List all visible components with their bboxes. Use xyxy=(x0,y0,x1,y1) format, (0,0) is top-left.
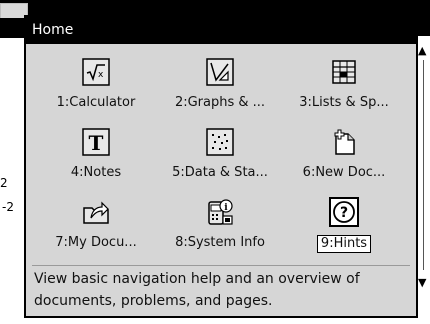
home-menu-popup: Home x 1:Calculator 2:Graphs & ... 3:Lis… xyxy=(24,15,418,318)
menu-item-calculator[interactable]: x 1:Calculator xyxy=(34,53,158,123)
graphs-icon xyxy=(205,57,235,87)
menu-item-label: 4:Notes xyxy=(70,165,122,180)
spreadsheet-icon xyxy=(329,57,359,87)
data-statistics-icon xyxy=(205,127,235,157)
menu-item-label: 3:Lists & Sp... xyxy=(299,95,389,110)
menu-item-graphs[interactable]: 2:Graphs & ... xyxy=(158,53,282,123)
menu-item-label: 8:System Info xyxy=(175,235,265,250)
my-documents-icon xyxy=(81,197,111,227)
menu-item-label: 6:New Doc... xyxy=(302,165,386,180)
hints-icon: ? xyxy=(329,197,359,227)
menu-item-label: 7:My Docu... xyxy=(55,235,137,250)
svg-text:T: T xyxy=(89,131,104,155)
home-menu-grid: x 1:Calculator 2:Graphs & ... 3:Lists & … xyxy=(34,53,410,265)
scroll-down-arrow-icon[interactable]: ▼ xyxy=(418,276,426,289)
system-info-icon: i xyxy=(205,197,235,227)
background-bottom-strip xyxy=(0,318,430,324)
svg-text:x: x xyxy=(98,70,104,80)
svg-text:i: i xyxy=(224,203,228,213)
popup-title: Home xyxy=(26,17,416,44)
background-text-fragment: -2 xyxy=(2,200,14,214)
svg-text:?: ? xyxy=(340,205,348,221)
menu-item-label: 1:Calculator xyxy=(56,95,136,110)
notes-icon: T xyxy=(81,127,111,157)
menu-item-label: 2:Graphs & ... xyxy=(174,95,266,110)
calculator-icon: x xyxy=(81,57,111,87)
menu-item-data-statistics[interactable]: 5:Data & Sta... xyxy=(158,123,282,193)
menu-item-notes[interactable]: T 4:Notes xyxy=(34,123,158,193)
background-text-fragment: 2 xyxy=(0,176,8,190)
scroll-up-arrow-icon[interactable]: ▲ xyxy=(418,44,426,57)
popup-divider xyxy=(32,265,410,266)
menu-item-system-info[interactable]: i 8:System Info xyxy=(158,193,282,263)
menu-item-lists-spreadsheet[interactable]: 3:Lists & Sp... xyxy=(282,53,406,123)
menu-item-label: 5:Data & Sta... xyxy=(172,165,268,180)
new-document-icon xyxy=(329,127,359,157)
menu-item-my-documents[interactable]: 7:My Docu... xyxy=(34,193,158,263)
hint-description: View basic navigation help and an overvi… xyxy=(34,271,360,309)
menu-item-new-document[interactable]: 6:New Doc... xyxy=(282,123,406,193)
menu-item-hints[interactable]: ? 9:Hints xyxy=(282,193,406,263)
background-scrollbar-track[interactable] xyxy=(423,60,424,270)
menu-item-label-selected: 9:Hints xyxy=(316,235,372,253)
